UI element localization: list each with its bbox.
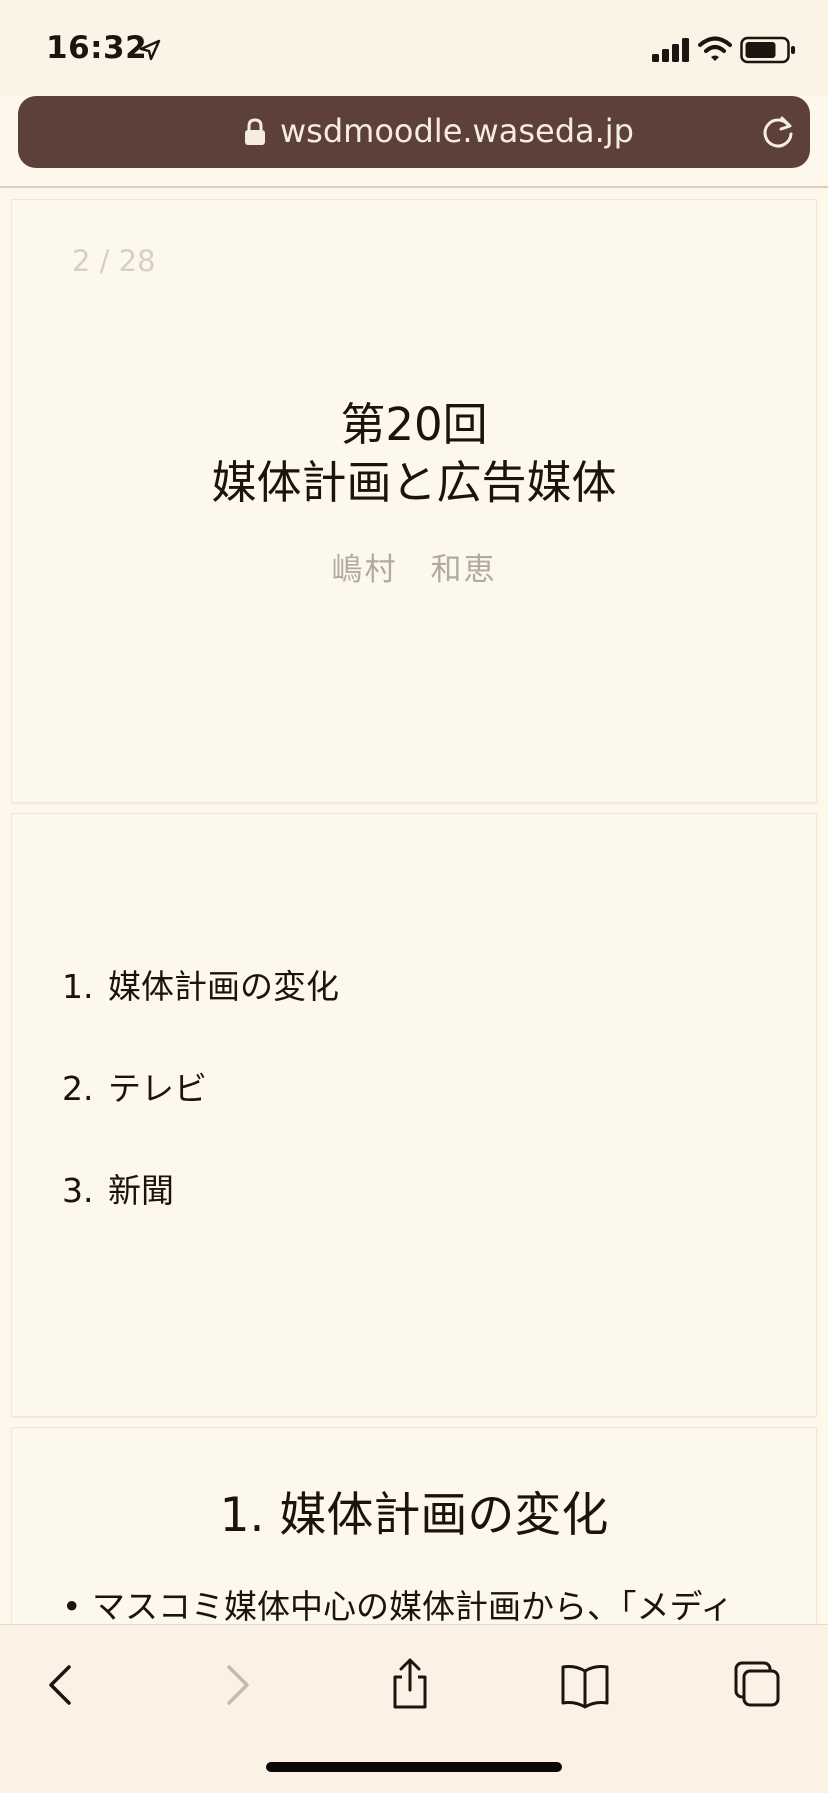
signal-icon <box>652 38 689 62</box>
agenda-label: 新聞 <box>108 1171 174 1210</box>
agenda-item: 3. 新聞 <box>62 1164 174 1212</box>
back-icon[interactable] <box>32 1655 92 1715</box>
slide-title-line-1: 第20回 <box>340 398 488 451</box>
agenda-label: 媒体計画の変化 <box>108 967 339 1006</box>
bullet-dot: • <box>62 1587 82 1626</box>
slide-agenda: 1. 媒体計画の変化 2. テレビ 3. 新聞 <box>12 814 816 1416</box>
agenda-item: 1. 媒体計画の変化 <box>62 960 339 1008</box>
slide-title-line-2: 媒体計画と広告媒体 <box>211 456 617 509</box>
share-icon[interactable] <box>380 1655 440 1715</box>
status-bar: 16:32 <box>0 0 828 96</box>
bookmarks-icon[interactable] <box>555 1655 615 1715</box>
toolbar-divider <box>0 186 828 188</box>
page-counter: 2 / 28 <box>72 244 156 278</box>
location-icon <box>139 39 161 61</box>
home-indicator[interactable] <box>266 1762 562 1772</box>
slide-title-card: 2 / 28 第20回 媒体計画と広告媒体 嶋村 和恵 <box>12 200 816 802</box>
status-time: 16:32 <box>46 30 148 66</box>
url-text[interactable]: wsdmoodle.waseda.jp <box>280 112 634 150</box>
address-bar[interactable]: wsdmoodle.waseda.jp <box>18 96 810 168</box>
wifi-icon <box>698 36 732 61</box>
slide-author: 嶋村 和恵 <box>331 552 497 588</box>
reload-icon[interactable] <box>758 112 798 152</box>
agenda-label: テレビ <box>108 1069 207 1108</box>
forward-icon[interactable] <box>206 1655 266 1715</box>
lock-icon <box>245 118 265 145</box>
battery-icon <box>740 36 795 64</box>
agenda-item: 2. テレビ <box>62 1062 207 1110</box>
bullet-item: • マスコミ媒体中心の媒体計画から、「メディ <box>62 1580 733 1628</box>
agenda-number: 1. <box>62 967 94 1006</box>
agenda-number: 3. <box>62 1171 94 1210</box>
tabs-icon[interactable] <box>728 1655 788 1715</box>
bullet-text: マスコミ媒体中心の媒体計画から、「メディ <box>92 1587 734 1626</box>
slide-title: 第20回 媒体計画と広告媒体 <box>12 396 816 512</box>
agenda-number: 2. <box>62 1069 94 1108</box>
section-heading: 1. 媒体計画の変化 <box>219 1488 609 1543</box>
